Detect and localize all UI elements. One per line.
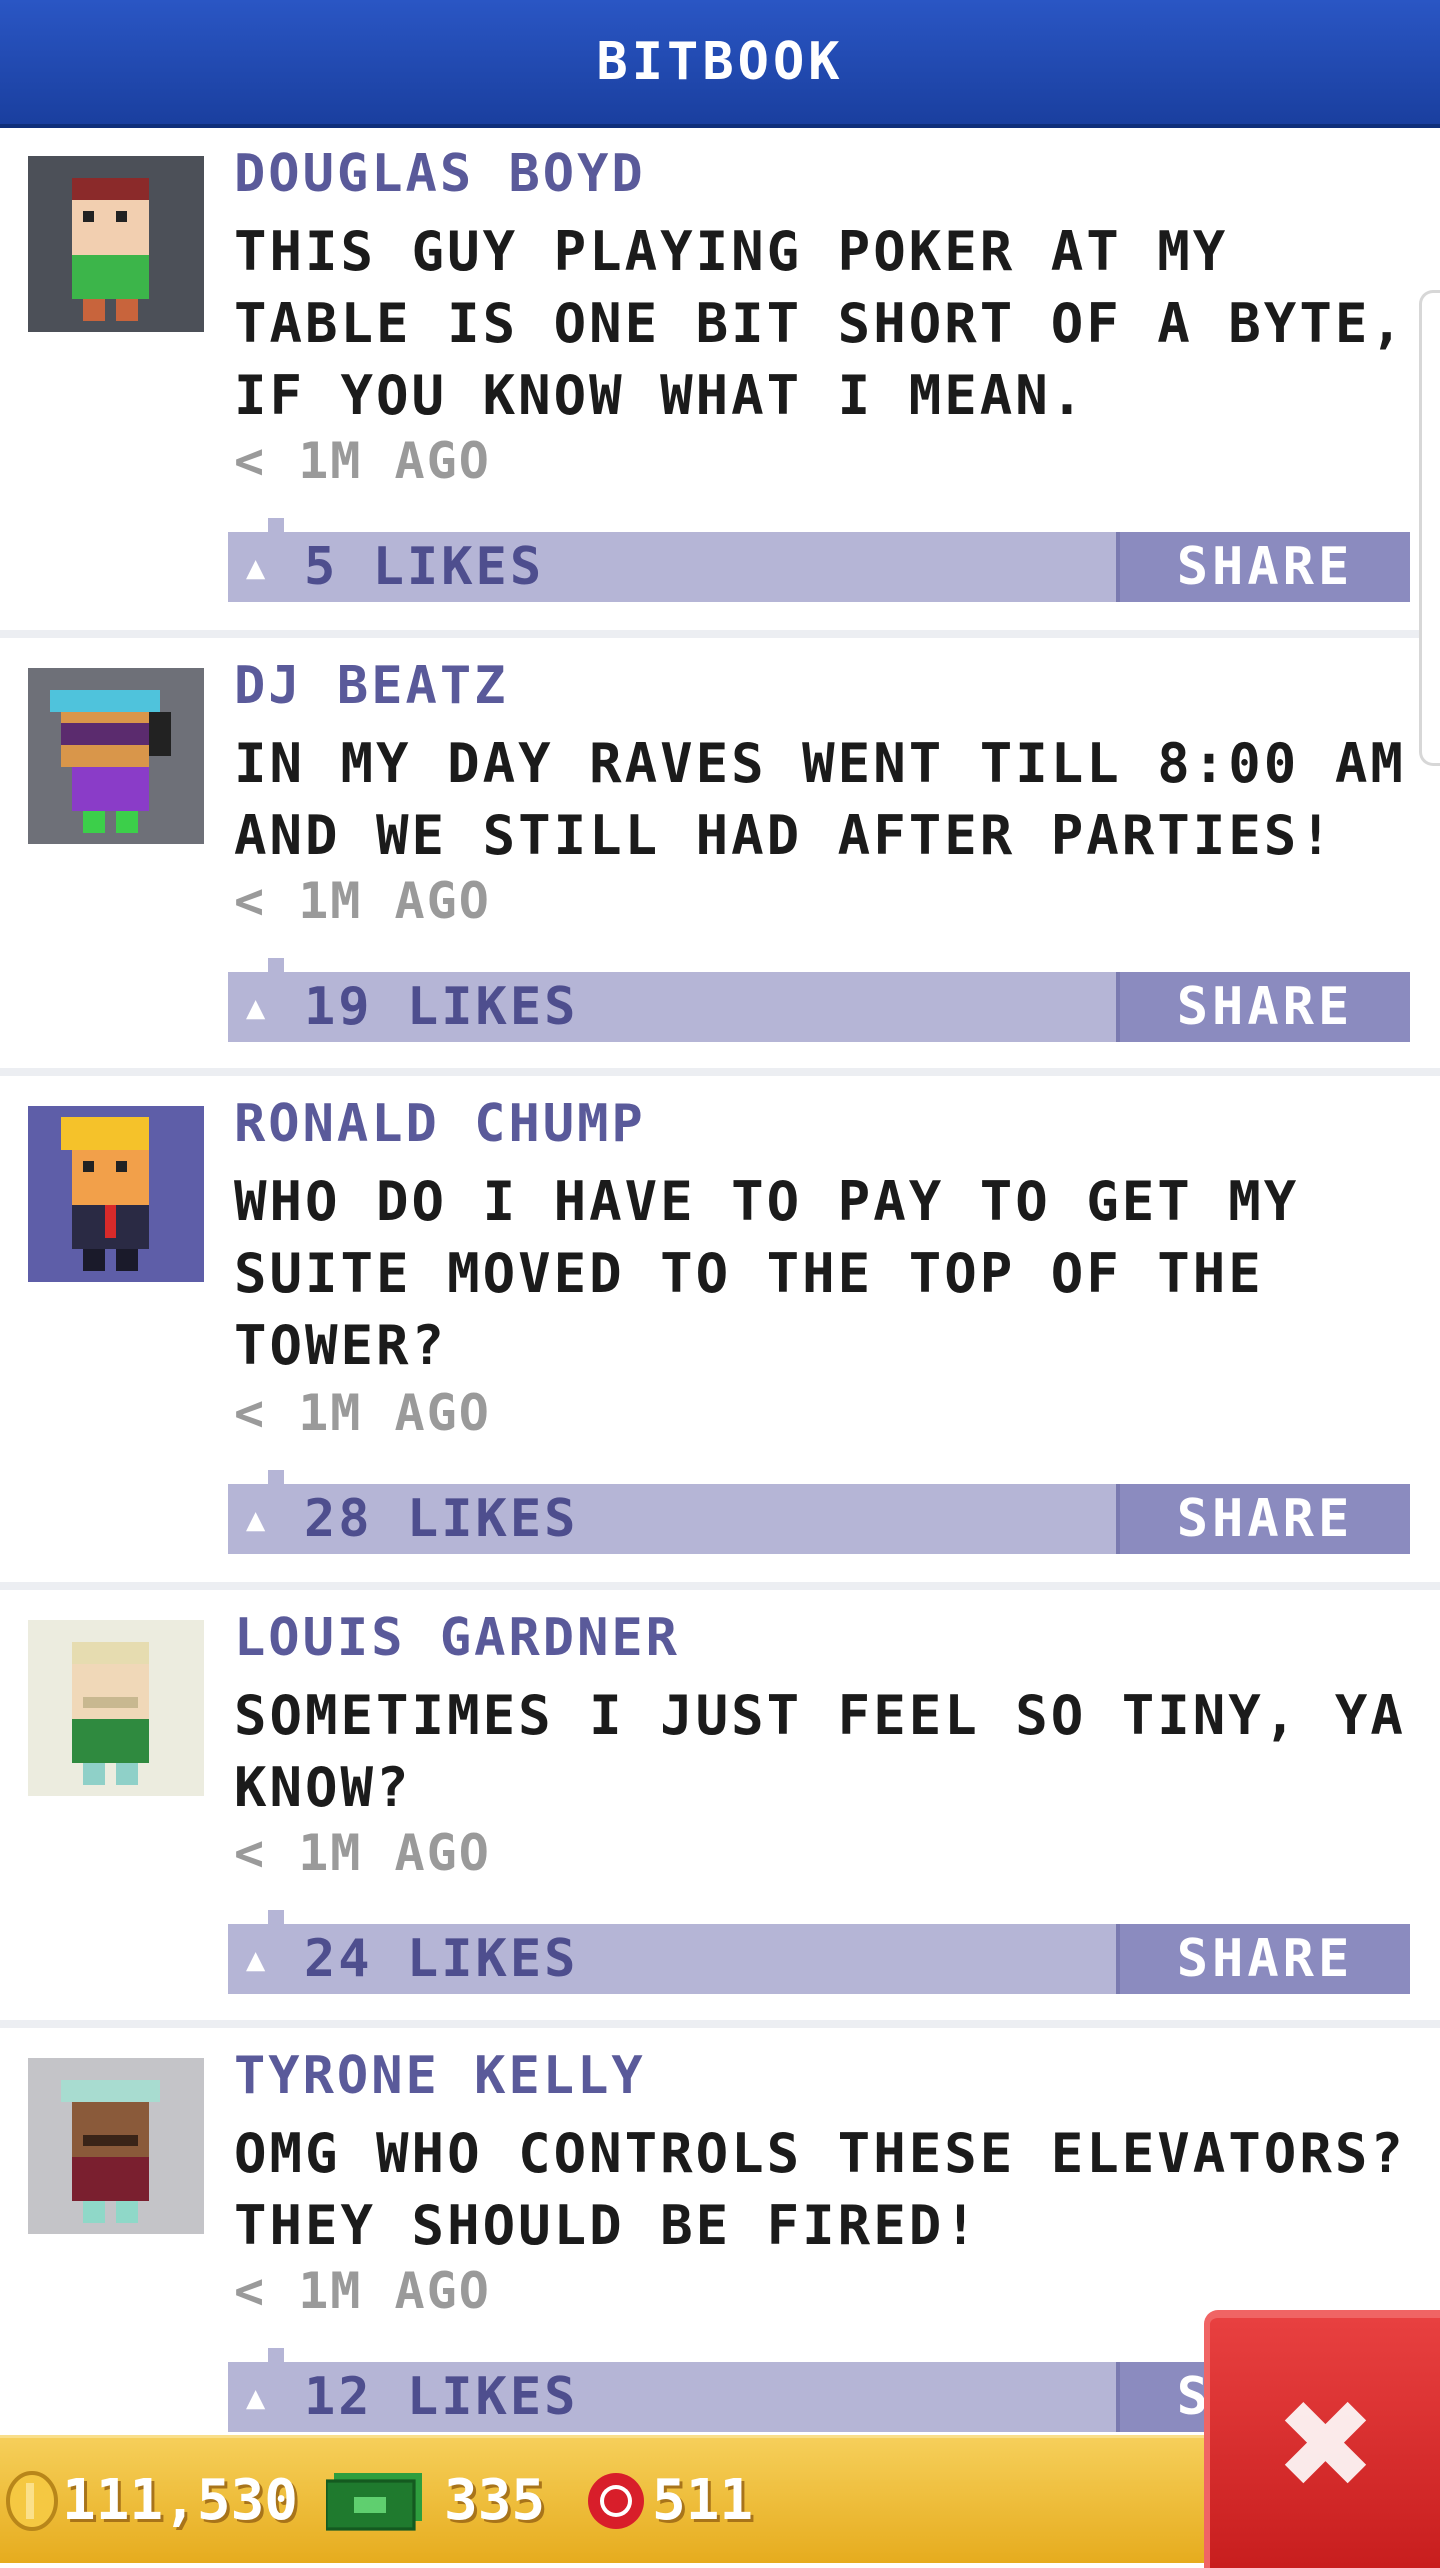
avatar[interactable]	[28, 156, 204, 332]
page-title: BITBOOK	[596, 32, 844, 92]
coins-count: 111,530	[62, 2468, 299, 2533]
like-count: 5 LIKES	[304, 537, 545, 597]
post-message: IN MY DAY RAVES WENT TILL 8:00 AM AND WE…	[234, 732, 1406, 867]
post-time: < 1M AGO	[234, 1384, 491, 1442]
app-header: BITBOOK	[0, 0, 1440, 128]
post-message: THIS GUY PLAYING POKER AT MY TABLE IS ON…	[234, 220, 1406, 427]
divider	[0, 1068, 1440, 1076]
thumbs-up-icon[interactable]: ▲	[246, 551, 274, 583]
thumbs-up-icon[interactable]: ▲	[246, 1503, 274, 1535]
avatar[interactable]	[28, 668, 204, 844]
post: RONALD CHUMP WHO DO I HAVE TO PAY TO GET…	[0, 1076, 1440, 1582]
close-icon: ✖	[1279, 2349, 1377, 2536]
coin-icon	[6, 2470, 58, 2531]
post-time: < 1M AGO	[234, 432, 491, 490]
chips-stat: 511	[584, 2438, 753, 2563]
avatar-douglas-boyd	[72, 178, 149, 321]
post-time: < 1M AGO	[234, 2262, 491, 2320]
like-bar: ▲ 28 LIKES SHARE	[228, 1470, 1410, 1554]
post-author[interactable]: RONALD CHUMP	[234, 1094, 646, 1154]
like-bar: ▲ 24 LIKES SHARE	[228, 1910, 1410, 1994]
avatar[interactable]	[28, 1106, 204, 1282]
share-button[interactable]: SHARE	[1116, 1484, 1410, 1554]
bux-icon	[326, 2472, 422, 2531]
post-message: WHO DO I HAVE TO PAY TO GET MY SUITE MOV…	[234, 1170, 1300, 1377]
post-author[interactable]: TYRONE KELLY	[234, 2046, 646, 2106]
scrollbar[interactable]	[1419, 290, 1440, 766]
post-message: OMG WHO CONTROLS THESE ELEVATORS? THEY S…	[234, 2122, 1406, 2257]
thumbs-up-icon[interactable]: ▲	[246, 991, 274, 1023]
like-count: 24 LIKES	[304, 1929, 579, 1989]
like-count: 12 LIKES	[304, 2367, 579, 2427]
coins-stat: 111,530	[6, 2438, 298, 2563]
avatar-louis-gardner	[72, 1642, 149, 1785]
post-author[interactable]: LOUIS GARDNER	[234, 1608, 680, 1668]
chip-icon	[588, 2472, 644, 2529]
divider	[0, 630, 1440, 638]
post-time: < 1M AGO	[234, 1824, 491, 1882]
post-message: SOMETIMES I JUST FEEL SO TINY, YA KNOW?	[234, 1684, 1406, 1819]
avatar-ronald-chump	[61, 1117, 149, 1271]
like-bar: ▲ 19 LIKES SHARE	[228, 958, 1410, 1042]
divider	[0, 2020, 1440, 2028]
post-author[interactable]: DJ BEATZ	[234, 656, 508, 716]
avatar-tyrone-kelly	[61, 2080, 160, 2223]
share-button[interactable]: SHARE	[1116, 532, 1410, 602]
post-author[interactable]: DOUGLAS BOYD	[234, 144, 646, 204]
bux-count: 335	[444, 2468, 546, 2533]
bux-stat: 335	[326, 2438, 545, 2563]
avatar[interactable]	[28, 1620, 204, 1796]
post: DJ BEATZ IN MY DAY RAVES WENT TILL 8:00 …	[0, 638, 1440, 1068]
chips-count: 511	[652, 2468, 754, 2533]
like-bar: ▲ 5 LIKES SHARE	[228, 518, 1410, 602]
share-button[interactable]: SHARE	[1116, 972, 1410, 1042]
thumbs-up-icon[interactable]: ▲	[246, 1943, 274, 1975]
post: DOUGLAS BOYD THIS GUY PLAYING POKER AT M…	[0, 128, 1440, 630]
post-time: < 1M AGO	[234, 872, 491, 930]
post: LOUIS GARDNER SOMETIMES I JUST FEEL SO T…	[0, 1590, 1440, 2020]
divider	[0, 1582, 1440, 1590]
close-button[interactable]: ✖	[1204, 2310, 1440, 2568]
like-count: 19 LIKES	[304, 977, 579, 1037]
thumbs-up-icon[interactable]: ▲	[246, 2381, 274, 2413]
like-count: 28 LIKES	[304, 1489, 579, 1549]
share-button[interactable]: SHARE	[1116, 1924, 1410, 1994]
avatar-dj-beatz	[50, 690, 171, 833]
avatar[interactable]	[28, 2058, 204, 2234]
